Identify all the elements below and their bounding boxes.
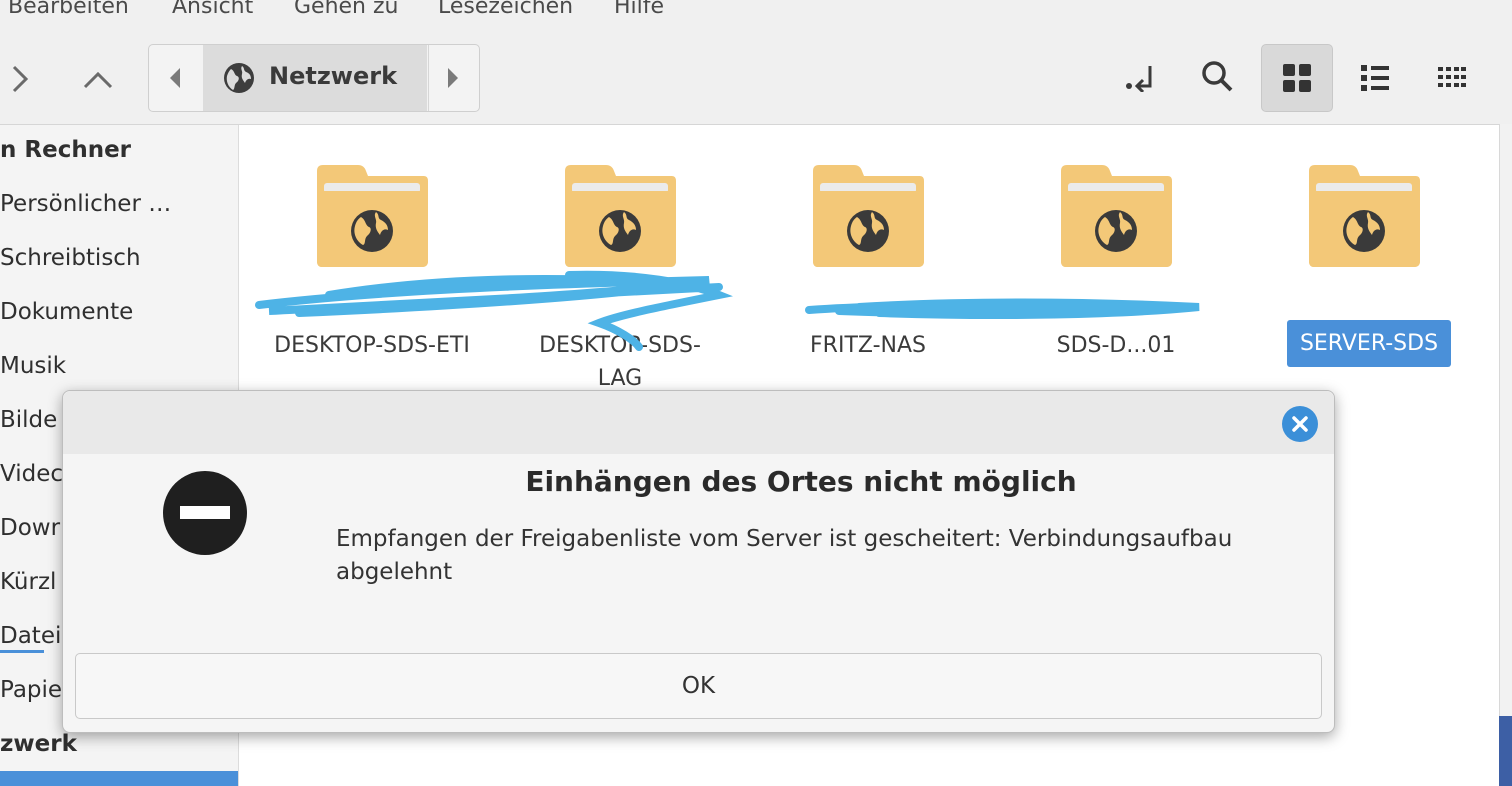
dialog-titlebar [63,391,1334,454]
chevron-up-icon[interactable] [82,70,114,90]
sidebar-item-desktop[interactable]: Schreibtisch [0,245,141,271]
network-folder-icon [317,165,428,267]
triangle-left-icon [170,68,180,88]
list-icon [1361,65,1389,91]
close-icon[interactable] [1282,406,1318,442]
sidebar-item-home[interactable]: Persönlicher … [0,191,171,217]
list-view-button[interactable] [1340,44,1410,110]
sidebar-item-downloads[interactable]: Dowr [0,515,60,541]
sidebar-item-trash[interactable]: Papie [0,677,62,703]
sidebar-section-computer: n Rechner [0,137,132,163]
sidebar-item-filesystem[interactable]: Datei [0,623,61,649]
path-crumb-netzwerk[interactable]: Netzwerk [203,45,427,111]
menubar: Bearbeiten Ansicht Gehen zu Lesezeichen … [0,0,1512,28]
sidebar-item-music[interactable]: Musik [0,353,66,379]
path-crumb-label: Netzwerk [269,62,398,90]
sidebar-item-documents[interactable]: Dokumente [0,299,133,325]
sidebar-item-videos[interactable]: Videc [0,461,63,487]
compact-list-icon [1438,67,1466,87]
network-folder-icon [1061,165,1172,267]
menu-lesezeichen[interactable]: Lesezeichen [438,0,573,19]
network-folder-icon [813,165,924,267]
dialog-message: Empfangen der Freigabenliste vom Server … [336,526,1233,585]
grid-icon [1283,64,1311,92]
window-edge-accent [1499,716,1512,786]
error-icon [163,471,247,555]
sidebar-item-network-selected[interactable] [0,771,238,786]
folder-label-selected: SERVER-SDS [1287,320,1451,367]
path-scroll-left-button[interactable] [149,45,204,111]
filesystem-usage-bar [0,650,44,653]
error-dialog: Einhängen des Ortes nicht möglich Empfan… [62,390,1335,733]
menu-gehen-zu[interactable]: Gehen zu [294,0,399,19]
window-edge [1499,124,1512,786]
sidebar-item-pictures[interactable]: Bilde [0,407,57,433]
folder-label: FRITZ-NAS [810,333,926,358]
network-folder-icon [1309,165,1420,267]
menu-ansicht[interactable]: Ansicht [172,0,253,19]
search-icon[interactable] [1200,59,1234,93]
network-folder-icon [565,165,676,267]
ok-button[interactable]: OK [75,653,1322,719]
triangle-right-icon [448,68,458,88]
folder-label: DESKTOP-SDS-ETI [274,333,470,358]
sidebar-section-network: zwerk [0,731,77,757]
sidebar-item-recent[interactable]: Kürzl [0,569,56,595]
globe-icon [224,63,254,93]
chevron-right-icon[interactable] [8,64,32,94]
compact-view-button[interactable] [1416,44,1486,110]
menu-bearbeiten[interactable]: Bearbeiten [8,0,129,19]
path-bar: Netzwerk [148,44,480,112]
location-entry-icon[interactable] [1124,64,1156,92]
folder-label: DESKTOP-SDS-LAG [539,333,701,391]
path-scroll-right-button[interactable] [428,45,479,111]
icon-view-button[interactable] [1261,44,1333,112]
toolbar: Netzwerk [0,28,1512,125]
menu-hilfe[interactable]: Hilfe [614,0,664,19]
dialog-heading: Einhängen des Ortes nicht möglich [525,465,1077,498]
folder-label: SDS-D...01 [1056,333,1176,358]
